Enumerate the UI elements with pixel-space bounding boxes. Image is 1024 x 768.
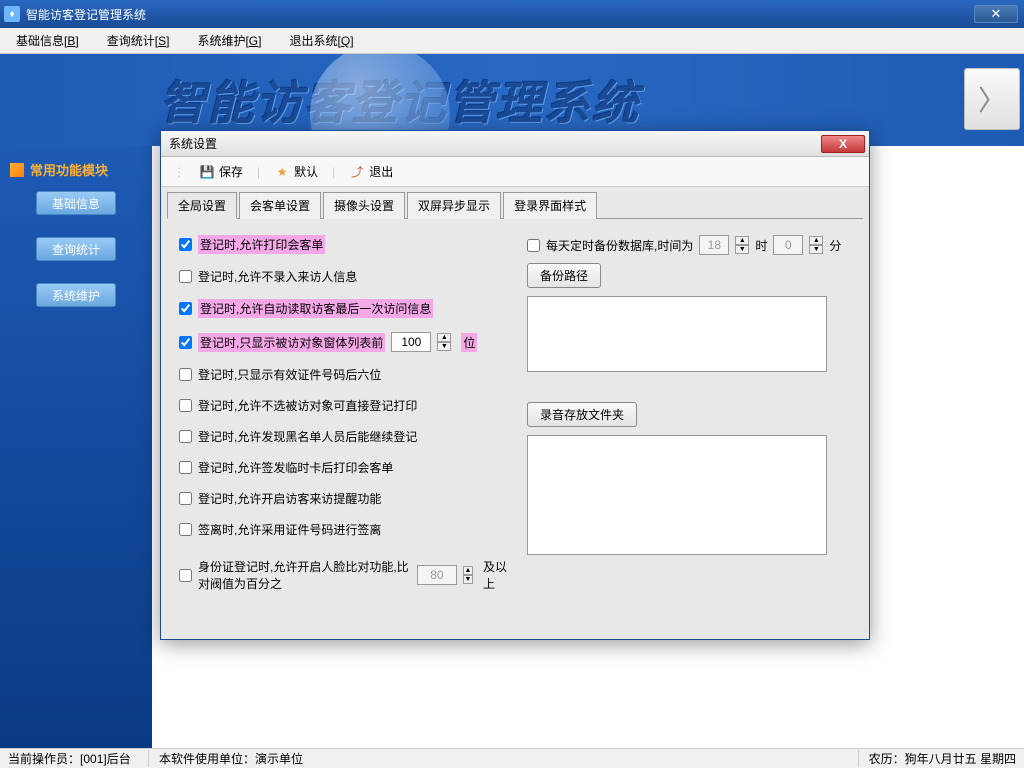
status-lunar: 狗年八月廿五 星期四 [905,752,1016,766]
save-button[interactable]: 💾保存 [193,161,249,182]
exit-button[interactable]: ⤴退出 [343,161,399,182]
chk-skip-visitor[interactable] [179,270,192,283]
lbl-visitor-remind: 登记时,允许开启访客来访提醒功能 [198,490,381,507]
backup-path-button[interactable]: 备份路径 [527,263,601,288]
sidebar-item-basic[interactable]: 基础信息 [36,191,116,215]
menu-query[interactable]: 查询统计[S] [107,32,170,49]
dialog-toolbar: ⋮ 💾保存 | ★默认 | ⤴退出 [161,157,869,187]
exit-icon: ⤴ [349,164,365,180]
star-icon: ★ [274,164,290,180]
menubar: 基础信息[B] 查询统计[S] 系统维护[G] 退出系统[Q] [0,28,1024,54]
lbl-daily-backup: 每天定时备份数据库,时间为 [546,237,693,254]
lbl-print-form: 登记时,允许打印会客单 [198,235,325,254]
banner-next-button[interactable]: 〉 [964,68,1020,130]
lbl-mask-id: 登记时,只显示有效证件号码后六位 [198,366,381,383]
record-folder-text[interactable] [527,435,827,555]
tab-global[interactable]: 全局设置 [167,192,237,219]
status-unit: 演示单位 [255,752,303,766]
dialog-titlebar: 系统设置 X [161,131,869,157]
chk-auto-read[interactable] [179,302,192,315]
chk-list-limit[interactable] [179,336,192,349]
dialog-title: 系统设置 [169,135,217,152]
window-title: 智能访客登记管理系统 [26,6,146,23]
lbl-signoff-id: 签离时,允许采用证件号码进行签离 [198,521,381,538]
lbl-temp-card-print: 登记时,允许签发临时卡后打印会客单 [198,459,393,476]
default-button[interactable]: ★默认 [268,161,324,182]
face-threshold-spinner: ▲▼ [463,566,473,584]
list-limit-input[interactable] [391,332,431,352]
menu-maint[interactable]: 系统维护[G] [197,32,261,49]
chk-mask-id[interactable] [179,368,192,381]
menu-exit[interactable]: 退出系统[Q] [289,32,353,49]
chk-temp-card-print[interactable] [179,461,192,474]
settings-dialog: 系统设置 X ⋮ 💾保存 | ★默认 | ⤴退出 全局设置 会客单设置 摄像头设… [160,130,870,640]
tab-dual-screen[interactable]: 双屏异步显示 [407,192,501,219]
main-close-button[interactable]: ✕ [974,5,1018,23]
lbl-list-limit-post: 位 [461,333,477,352]
dialog-close-button[interactable]: X [821,135,865,153]
backup-hour-spinner: ▲▼ [735,236,749,254]
sidebar-header: 常用功能模块 [0,156,152,191]
backup-min-spinner: ▲▼ [809,236,823,254]
tab-row: 全局设置 会客单设置 摄像头设置 双屏异步显示 登录界面样式 [167,191,863,219]
lbl-face-compare-pre: 身份证登记时,允许开启人脸比对功能,比对阀值为百分之 [198,558,411,592]
statusbar: 当前操作员：[001]后台 本软件使用单位：演示单位 农历：狗年八月廿五 星期四 [0,748,1024,768]
status-operator: [001]后台 [80,752,131,766]
chk-daily-backup[interactable] [527,239,540,252]
chk-face-compare[interactable] [179,569,192,582]
record-folder-button[interactable]: 录音存放文件夹 [527,402,637,427]
lbl-face-compare-post: 及以上 [483,558,509,592]
sidebar: 常用功能模块 基础信息 查询统计 系统维护 [0,146,152,748]
backup-path-text[interactable] [527,296,827,372]
menu-basic[interactable]: 基础信息[B] [16,32,79,49]
face-threshold-input [417,565,457,585]
lbl-no-target: 登记时,允许不选被访对象可直接登记打印 [198,397,417,414]
lbl-auto-read: 登记时,允许自动读取访客最后一次访问信息 [198,299,433,318]
tab-login-style[interactable]: 登录界面样式 [503,192,597,219]
chk-signoff-id[interactable] [179,523,192,536]
backup-min-input [773,235,803,255]
chk-visitor-remind[interactable] [179,492,192,505]
chk-blacklist-continue[interactable] [179,430,192,443]
lbl-blacklist-continue: 登记时,允许发现黑名单人员后能继续登记 [198,428,417,445]
sidebar-item-query[interactable]: 查询统计 [36,237,116,261]
chk-print-form[interactable] [179,238,192,251]
pencil-icon [10,163,24,177]
chk-no-target[interactable] [179,399,192,412]
app-icon: ♦ [4,6,20,22]
lbl-skip-visitor: 登记时,允许不录入来访人信息 [198,268,357,285]
tab-visitor-form[interactable]: 会客单设置 [239,192,321,219]
list-limit-spinner[interactable]: ▲▼ [437,333,451,351]
main-titlebar: ♦ 智能访客登记管理系统 ✕ [0,0,1024,28]
save-icon: 💾 [199,164,215,180]
lbl-list-limit-pre: 登记时,只显示被访对象窗体列表前 [198,333,385,352]
backup-hour-input [699,235,729,255]
sidebar-item-maint[interactable]: 系统维护 [36,283,116,307]
tab-camera[interactable]: 摄像头设置 [323,192,405,219]
